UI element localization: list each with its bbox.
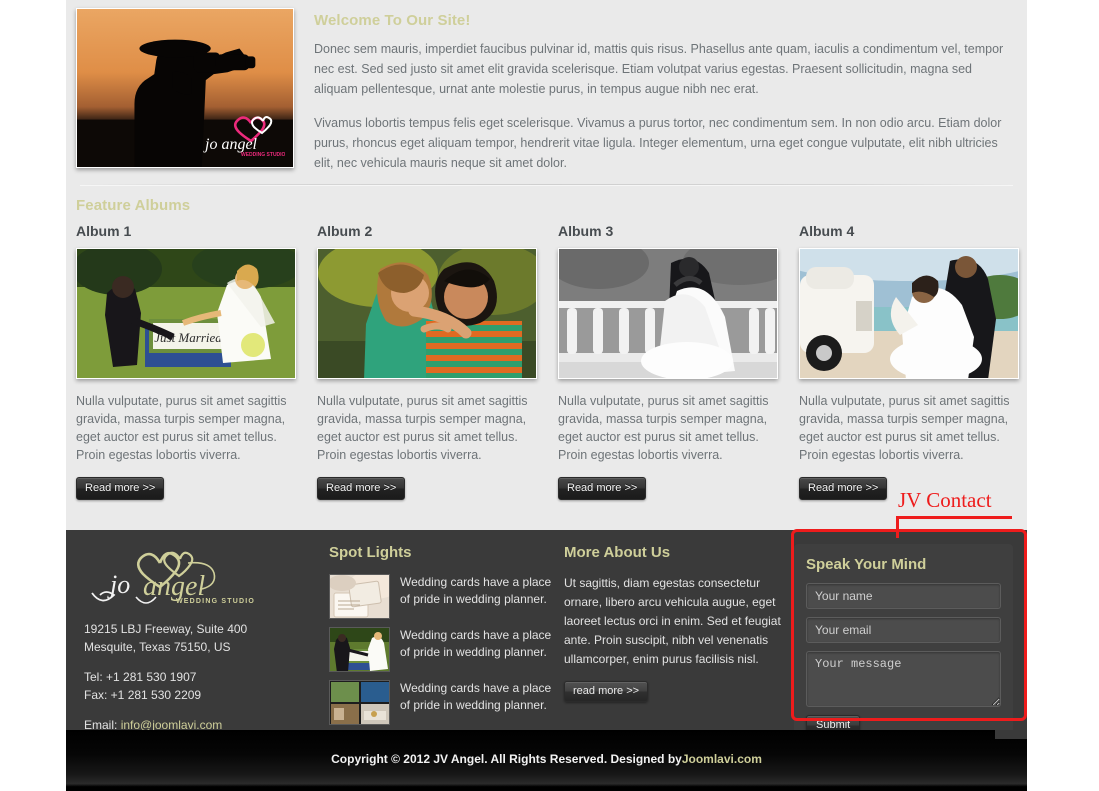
copyright-text: Copyright © 2012 JV Angel. All Rights Re… — [331, 752, 682, 766]
album-text: Nulla vulputate, purus sit amet sagittis… — [558, 394, 769, 462]
album-1-photo-icon: Just Married — [77, 249, 295, 378]
album-text: Nulla vulputate, purus sit amet sagittis… — [317, 394, 528, 462]
spotlight-text: Wedding cards have a place of pride in w… — [400, 575, 552, 606]
message-textarea[interactable] — [806, 651, 1001, 707]
about-text: Ut sagittis, diam egestas consectetur or… — [564, 576, 781, 666]
svg-text:WEDDING STUDIO: WEDDING STUDIO — [241, 152, 285, 158]
watermark-logo-icon: jo angel WEDDING STUDIO — [203, 116, 285, 158]
photo-grid-thumb-icon — [330, 681, 389, 724]
album-read-more-button[interactable]: Read more >> — [799, 477, 888, 500]
album-card: Album 2 Nulla vulputate, purus sit amet … — [317, 223, 537, 500]
footer-contact-info: jo angel WEDDING STUDIO 19215 LBJ Freewa… — [78, 544, 329, 746]
list-item[interactable]: Wedding cards have a place of pride in w… — [329, 574, 564, 619]
spotlight-thumbnail — [329, 627, 390, 672]
album-image[interactable] — [317, 248, 537, 379]
contact-form-column: Speak Your Mind Submit — [794, 544, 1015, 746]
about-column: More About Us Ut sagittis, diam egestas … — [564, 544, 794, 746]
contact-form-title: Speak Your Mind — [806, 556, 927, 573]
welcome-text-block: Welcome To Our Site! Donec sem mauris, i… — [314, 8, 1017, 187]
album-card: Album 3 Nulla vulputate, purus sit amet … — [558, 223, 778, 500]
designer-link[interactable]: Joomlavi.com — [682, 752, 762, 766]
spotlights-column: Spot Lights Wedding cards have a place o… — [329, 544, 564, 746]
footer-address: 19215 LBJ Freeway, Suite 400 Mesquite, T… — [84, 620, 329, 656]
welcome-section: jo angel WEDDING STUDIO Welcome To Our S… — [66, 0, 1027, 180]
album-title: Album 4 — [799, 223, 855, 239]
site-page: jo angel WEDDING STUDIO Welcome To Our S… — [66, 0, 1027, 791]
about-read-more-button[interactable]: read more >> — [564, 681, 649, 702]
welcome-title: Welcome To Our Site! — [314, 12, 471, 29]
spotlight-text: Wedding cards have a place of pride in w… — [400, 628, 552, 659]
jo-angel-logo-icon: jo angel WEDDING STUDIO — [91, 551, 255, 605]
svg-text:jo: jo — [107, 570, 130, 599]
name-input[interactable] — [806, 583, 1001, 609]
album-text: Nulla vulputate, purus sit amet sagittis… — [76, 394, 287, 462]
spotlight-thumbnail — [329, 574, 390, 619]
svg-text:jo angel: jo angel — [203, 136, 258, 153]
welcome-paragraph-2: Vivamus lobortis tempus felis eget scele… — [314, 116, 1002, 170]
site-footer: jo angel WEDDING STUDIO 19215 LBJ Freewa… — [66, 530, 1027, 746]
album-read-more-button[interactable]: Read more >> — [76, 477, 165, 500]
fax-line: Fax: +1 281 530 2209 — [84, 688, 202, 702]
tel-line: Tel: +1 281 530 1907 — [84, 670, 197, 684]
album-title: Album 2 — [317, 223, 373, 239]
copyright-notch — [995, 730, 1027, 739]
wedding-cards-thumb-icon — [330, 575, 389, 618]
welcome-paragraph-1: Donec sem mauris, imperdiet faucibus pul… — [314, 42, 1004, 96]
album-title: Album 1 — [76, 223, 132, 239]
album-2-photo-icon — [318, 249, 536, 378]
album-3-photo-icon — [559, 249, 777, 378]
just-married-thumb-icon — [330, 628, 389, 671]
spotlight-thumbnail — [329, 680, 390, 725]
album-read-more-button[interactable]: Read more >> — [558, 477, 647, 500]
photographer-photo: jo angel WEDDING STUDIO — [76, 8, 294, 168]
spotlight-text: Wedding cards have a place of pride in w… — [400, 681, 552, 712]
about-title: More About Us — [564, 544, 671, 561]
list-item[interactable]: Wedding cards have a place of pride in w… — [329, 627, 564, 672]
album-text: Nulla vulputate, purus sit amet sagittis… — [799, 394, 1010, 462]
album-card: Album 1 Just Married Nulla vulputate, pu… — [76, 223, 296, 500]
annotation-leader-vertical — [896, 516, 899, 538]
annotation-label: JV Contact — [898, 488, 992, 512]
email-input[interactable] — [806, 617, 1001, 643]
album-card: Album 4 Nulla vulputate, purus sit amet … — [799, 223, 1019, 500]
annotation-leader-horizontal — [896, 516, 1012, 519]
album-image[interactable]: Just Married — [76, 248, 296, 379]
spotlights-title: Spot Lights — [329, 544, 412, 561]
contact-form: Speak Your Mind Submit — [794, 544, 1013, 746]
copyright-bar: Copyright © 2012 JV Angel. All Rights Re… — [66, 730, 1027, 791]
album-image[interactable] — [799, 248, 1019, 379]
footer-phone: Tel: +1 281 530 1907 Fax: +1 281 530 220… — [84, 668, 329, 704]
list-item[interactable]: Wedding cards have a place of pride in w… — [329, 680, 564, 725]
album-title: Album 3 — [558, 223, 614, 239]
album-4-photo-icon — [800, 249, 1018, 378]
feature-albums-section: Feature Albums Album 1 Just Married Null… — [66, 185, 1027, 500]
album-image[interactable] — [558, 248, 778, 379]
svg-text:WEDDING STUDIO: WEDDING STUDIO — [176, 598, 255, 605]
album-read-more-button[interactable]: Read more >> — [317, 477, 406, 500]
address-line-1: 19215 LBJ Freeway, Suite 400 — [84, 622, 248, 636]
feature-albums-title: Feature Albums — [76, 197, 191, 214]
address-line-2: Mesquite, Texas 75150, US — [84, 640, 231, 654]
